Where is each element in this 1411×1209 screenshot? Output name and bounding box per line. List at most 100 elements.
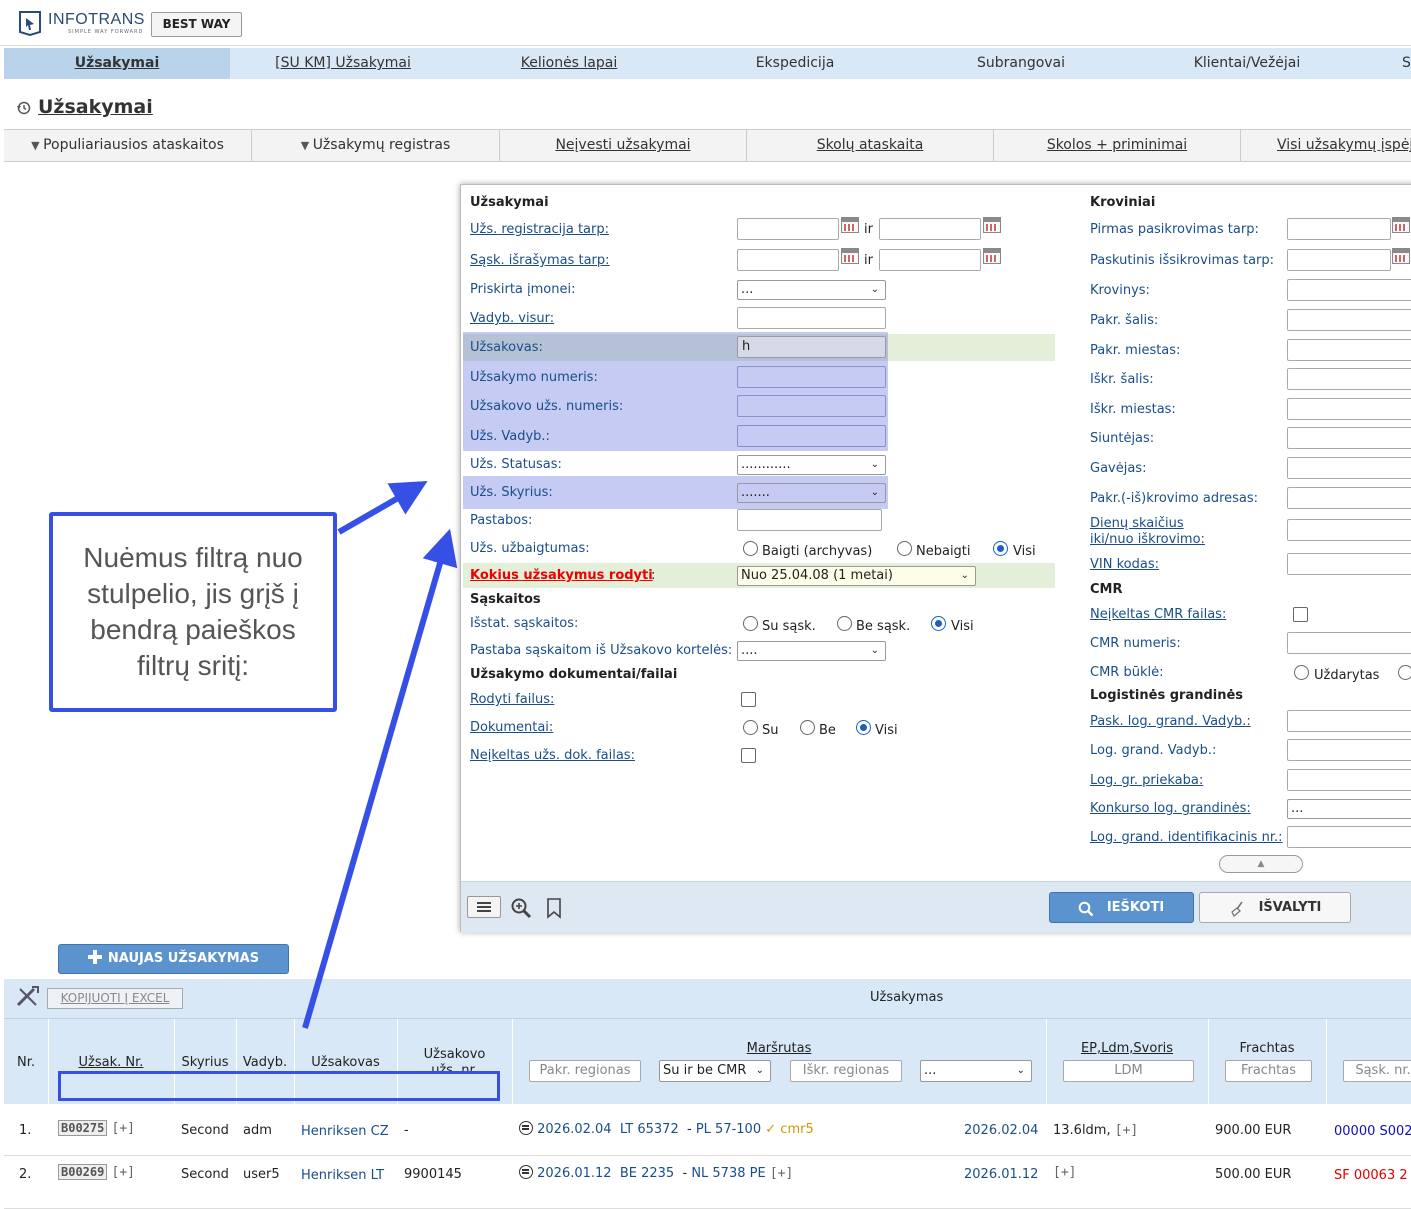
radio-cmr-closed[interactable]: [1294, 665, 1309, 680]
calendar-icon[interactable]: [1392, 248, 1410, 264]
clear-button[interactable]: IŠVALYTI: [1199, 892, 1351, 923]
order-nr-tag[interactable]: B00275: [58, 1120, 108, 1136]
calendar-icon[interactable]: [841, 248, 859, 264]
vin-input[interactable]: [1287, 553, 1411, 575]
which-orders-select[interactable]: Nuo 25.04.08 (1 metai) ⌄: [737, 566, 976, 586]
log-trailer-input[interactable]: [1287, 769, 1411, 791]
ep-expand[interactable]: [+]: [1115, 1123, 1138, 1138]
cmr-not-uploaded-checkbox[interactable]: [1293, 607, 1308, 622]
invoice-note-select[interactable]: .... ⌄: [737, 641, 886, 661]
order-status-select[interactable]: ............ ⌄: [737, 455, 886, 475]
not-uploaded-doc-checkbox[interactable]: [741, 748, 756, 763]
tools-icon[interactable]: [16, 985, 40, 1007]
cargo-input[interactable]: [1287, 279, 1411, 301]
last-unloading-input[interactable]: [1287, 249, 1391, 271]
history-icon[interactable]: [16, 100, 32, 116]
load-region-filter[interactable]: Pakr. regionas: [529, 1060, 641, 1082]
competition-chains-select[interactable]: ...: [1287, 799, 1411, 819]
nav-tab-expedition[interactable]: Ekspedicija: [682, 48, 908, 79]
cmr-link[interactable]: cmr5: [780, 1122, 813, 1137]
inv-from-input[interactable]: [737, 249, 839, 271]
copy-excel-button[interactable]: KOPIJUOTI Į EXCEL: [47, 988, 183, 1009]
nav-tab-clients[interactable]: Klientai/Vežėjai: [1134, 48, 1360, 79]
radio-with-invoice[interactable]: [743, 616, 758, 631]
col-department[interactable]: Skyrius: [174, 1055, 236, 1070]
col-freight[interactable]: Frachtas: [1208, 1041, 1326, 1056]
customer-link[interactable]: Henriksen CZ: [301, 1124, 389, 1139]
customer-input[interactable]: h: [737, 336, 886, 358]
col-manager[interactable]: Vadyb.: [236, 1055, 294, 1070]
cmr-expand[interactable]: [+]: [770, 1166, 793, 1181]
customer-order-number-input[interactable]: [737, 395, 886, 417]
table-row[interactable]: 1. B00275 [+] Second adm Henriksen CZ - …: [4, 1104, 1411, 1156]
address-input[interactable]: [1287, 487, 1411, 509]
radio-docs-with[interactable]: [743, 720, 758, 735]
load-city-input[interactable]: [1287, 339, 1411, 361]
radio-docs-without[interactable]: [800, 720, 815, 735]
infotrans-logo[interactable]: INFOTRANS SIMPLE WAY FORWARD: [16, 8, 146, 38]
subnav-all-warnings[interactable]: Visi užsakymų įspėjimai: [1241, 130, 1411, 161]
expand-link[interactable]: [+]: [112, 1165, 135, 1180]
inv-to-input[interactable]: [879, 249, 981, 271]
calendar-icon[interactable]: [983, 248, 1001, 264]
collapse-up-icon[interactable]: ▲: [1219, 855, 1303, 873]
days-count-input[interactable]: [1287, 519, 1411, 541]
expand-link[interactable]: [+]: [112, 1121, 135, 1136]
menu-icon[interactable]: [467, 896, 501, 918]
subnav-order-register[interactable]: ▼ Užsakymų registras: [252, 130, 500, 161]
zoom-in-icon[interactable]: [510, 897, 532, 919]
last-log-manager-input[interactable]: [1287, 710, 1411, 732]
order-department-select[interactable]: ....... ⌄: [737, 483, 886, 503]
customer-link[interactable]: Henriksen LT: [301, 1168, 384, 1183]
radio-docs-all[interactable]: [856, 720, 871, 735]
invoice-filter[interactable]: Sąsk. nr.: [1343, 1060, 1411, 1082]
load-country-input[interactable]: [1287, 309, 1411, 331]
nav-tab-more[interactable]: S: [1402, 48, 1411, 79]
assigned-company-select[interactable]: ... ⌄: [737, 280, 886, 300]
col-route[interactable]: Maršrutas: [512, 1041, 1046, 1056]
order-nr-cell[interactable]: B00269 [+]: [58, 1164, 135, 1180]
radio-archived[interactable]: [743, 541, 758, 556]
cmr-filter-select[interactable]: Su ir be CMR ⌄: [659, 1060, 771, 1082]
subnav-debt-report[interactable]: Skolų ataskaita: [747, 130, 994, 161]
notes-input[interactable]: [737, 509, 882, 531]
route-extra-select[interactable]: ... ⌄: [920, 1060, 1032, 1082]
log-id-input[interactable]: [1287, 826, 1411, 848]
col-customer[interactable]: Užsakovas: [294, 1055, 397, 1070]
nav-tab-orders[interactable]: Užsakymai: [4, 48, 230, 79]
col-order-nr[interactable]: Užsak. Nr.: [48, 1055, 174, 1070]
freight-filter[interactable]: Frachtas: [1225, 1060, 1312, 1082]
reg-to-input[interactable]: [879, 218, 981, 240]
nav-tab-km-orders[interactable]: [SU KM] Užsakymai: [230, 48, 456, 79]
ep-expand[interactable]: [+]: [1053, 1165, 1076, 1180]
order-nr-tag[interactable]: B00269: [58, 1164, 108, 1180]
radio-cmr-other[interactable]: [1398, 665, 1411, 680]
sender-input[interactable]: [1287, 427, 1411, 449]
order-manager-input[interactable]: [737, 425, 886, 447]
receiver-input[interactable]: [1287, 457, 1411, 479]
table-row[interactable]: 2. B00269 [+] Second user5 Henriksen LT …: [4, 1157, 1411, 1209]
log-manager-input[interactable]: [1287, 739, 1411, 761]
subnav-popular-reports[interactable]: ▼ Populiariausios ataskaitos: [4, 130, 252, 161]
unload-region-filter[interactable]: Iškr. regionas: [790, 1060, 902, 1082]
show-files-checkbox[interactable]: [741, 692, 756, 707]
company-button[interactable]: BEST WAY: [151, 12, 242, 37]
manager-all-input[interactable]: [737, 307, 886, 329]
order-nr-cell[interactable]: B00275 [+]: [58, 1120, 135, 1136]
cmr-number-input[interactable]: [1287, 632, 1411, 654]
col-customer-order-1[interactable]: Užsakovo: [397, 1047, 512, 1062]
radio-unfinished[interactable]: [897, 541, 912, 556]
nav-tab-subcontractors[interactable]: Subrangovai: [908, 48, 1134, 79]
reg-from-input[interactable]: [737, 218, 839, 240]
subnav-not-entered[interactable]: Neįvesti užsakymai: [500, 130, 747, 161]
calendar-icon[interactable]: [841, 217, 859, 233]
new-order-button[interactable]: NAUJAS UŽSAKYMAS: [58, 944, 289, 974]
first-loading-input[interactable]: [1287, 218, 1391, 240]
col-ep[interactable]: EP,Ldm,Svoris: [1046, 1041, 1208, 1056]
route-cell[interactable]: 2026.02.04 LT 65372 - PL 57-100 ✓ cmr5: [519, 1121, 814, 1137]
subnav-debts-reminders[interactable]: Skolos + priminimai: [994, 130, 1241, 161]
radio-all-invoices[interactable]: [931, 616, 946, 631]
search-button[interactable]: IEŠKOTI: [1049, 892, 1194, 923]
order-number-input[interactable]: [737, 366, 886, 388]
bookmark-icon[interactable]: [545, 897, 563, 919]
